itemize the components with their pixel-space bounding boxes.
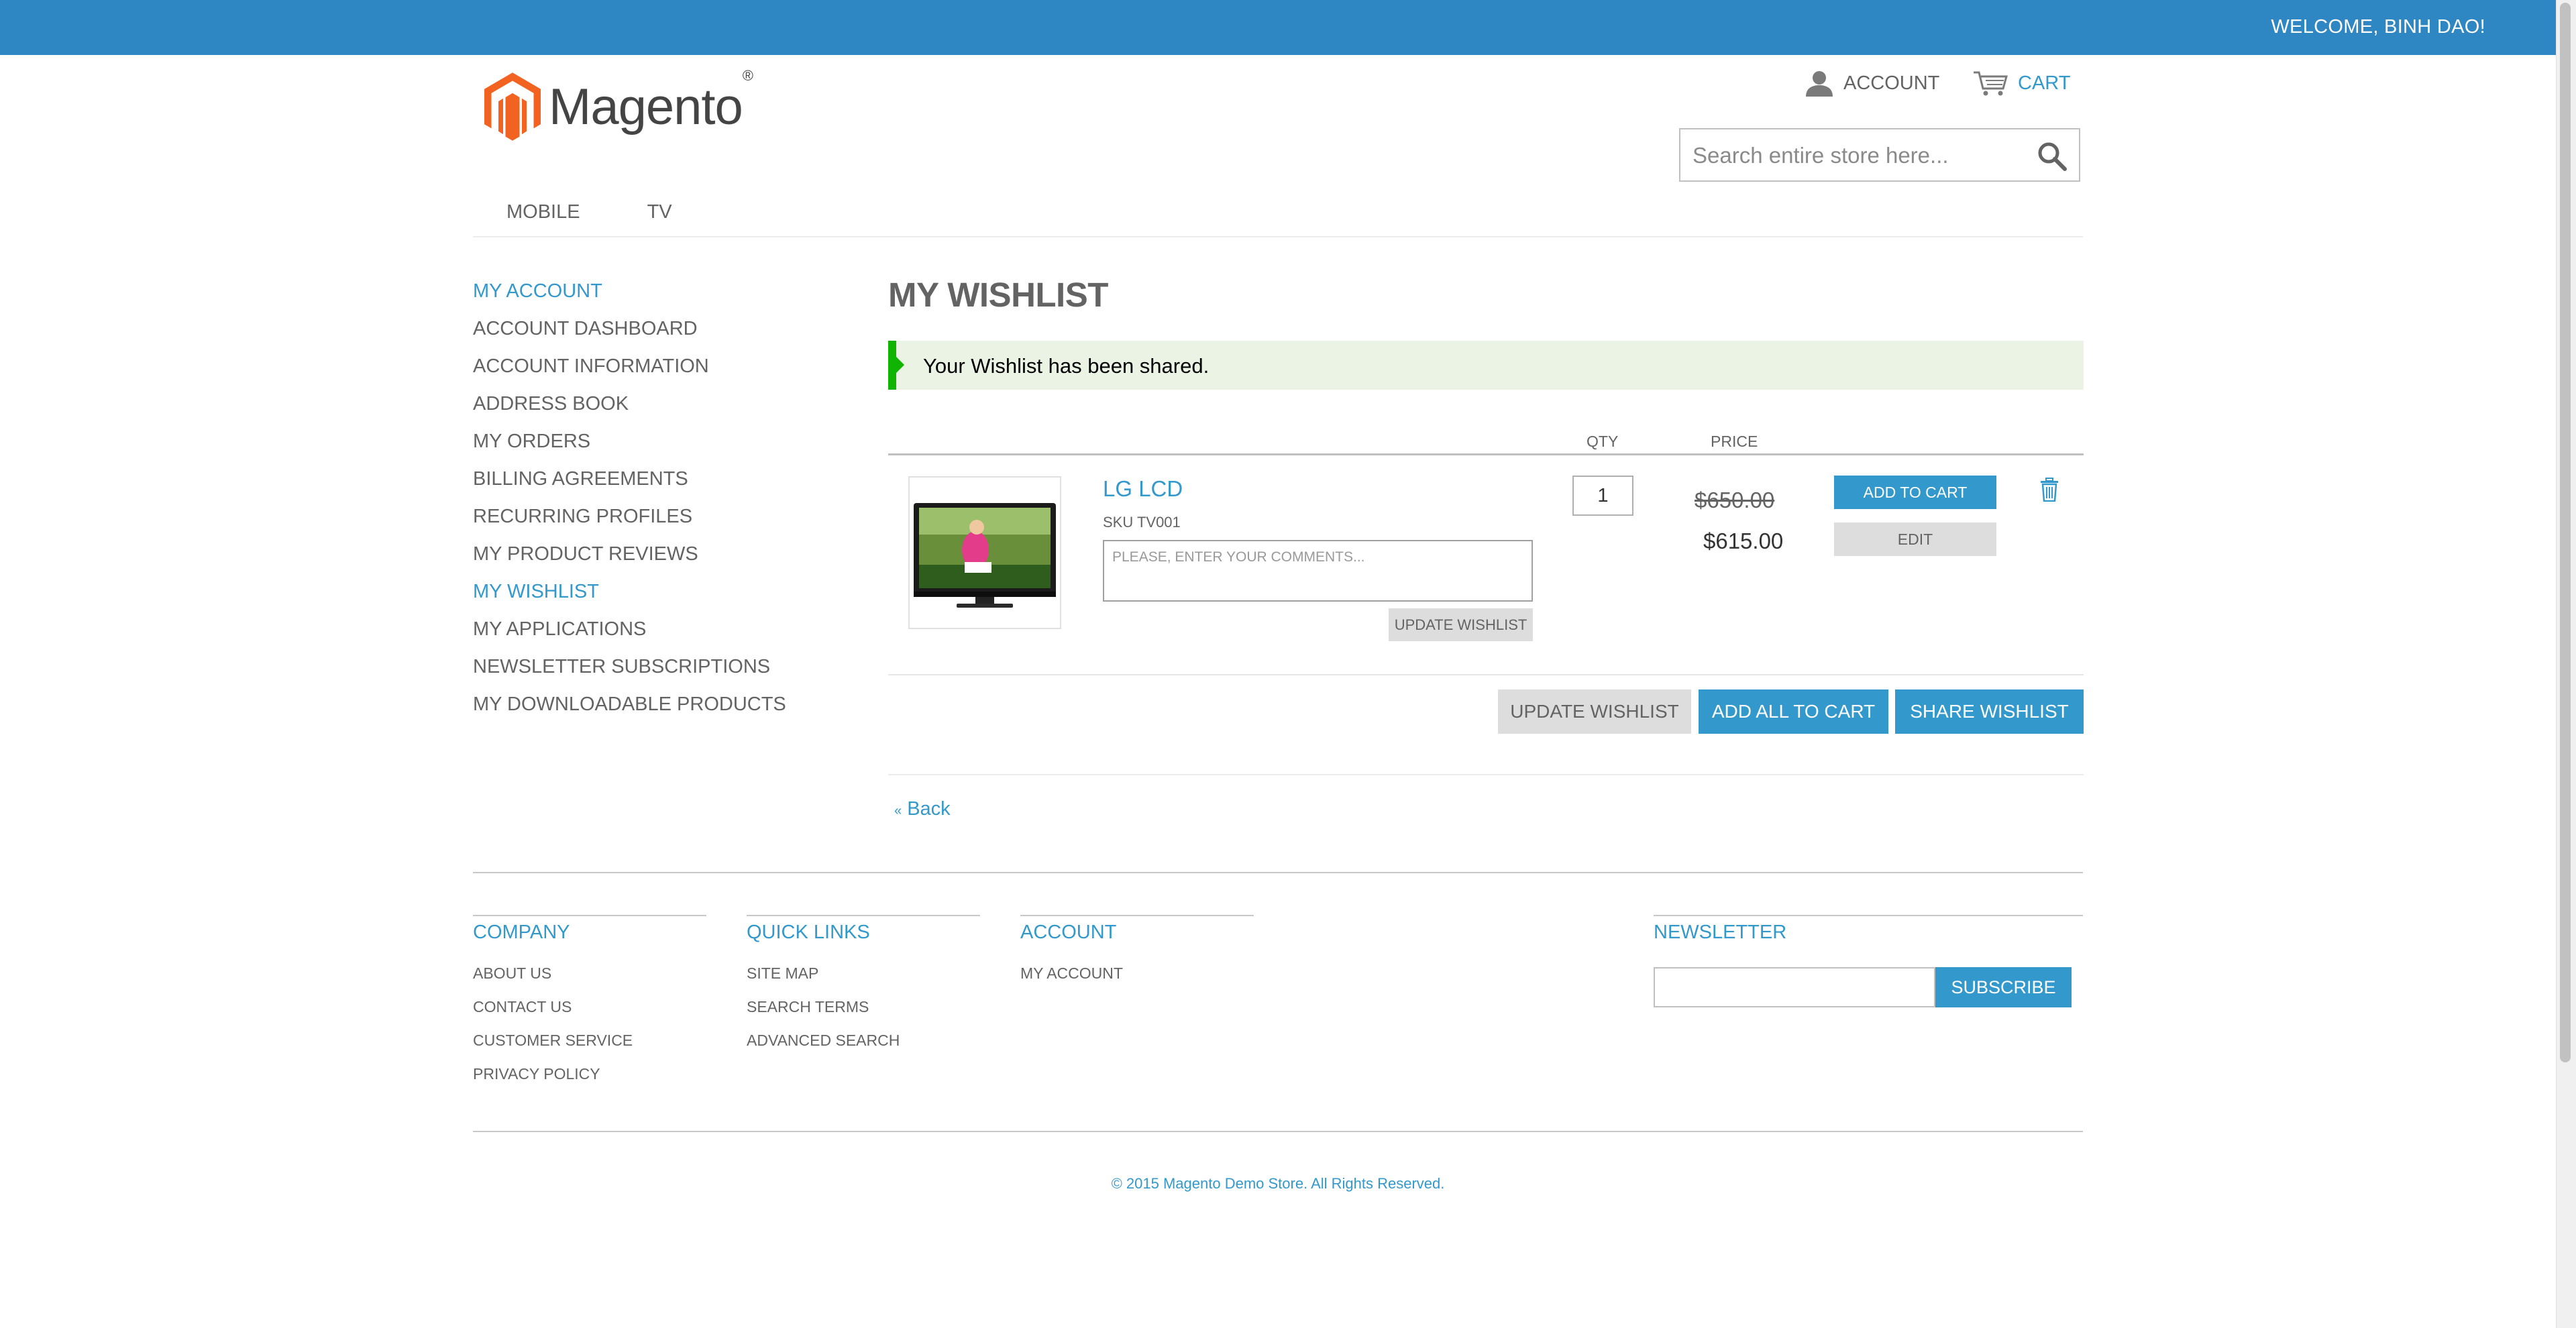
success-message-text: Your Wishlist has been shared.: [923, 354, 1210, 378]
store-logo[interactable]: Magento®: [484, 67, 753, 146]
sidebar-item-recurring-profiles[interactable]: RECURRING PROFILES: [473, 504, 786, 542]
cart-label: CART: [2018, 72, 2071, 94]
search-input[interactable]: [1680, 129, 2043, 182]
footer-divider: [473, 872, 2083, 873]
search-icon[interactable]: [2037, 142, 2067, 171]
nav-item-tv[interactable]: TV: [614, 201, 706, 223]
footer-newsletter-rule: [1654, 915, 2083, 916]
sidebar-item-my-wishlist: MY WISHLIST: [473, 581, 599, 602]
product-comment-field[interactable]: [1103, 540, 1533, 602]
footer-link-about-us[interactable]: ABOUT US: [473, 963, 633, 997]
footer-link-site-map[interactable]: SITE MAP: [747, 963, 900, 997]
subscribe-button[interactable]: SUBSCRIBE: [1935, 967, 2072, 1007]
sidebar-item-my-orders[interactable]: MY ORDERS: [473, 429, 786, 467]
footer-bottom-divider: [473, 1131, 2083, 1132]
table-header-divider: [888, 453, 2084, 455]
sidebar-item-account-information[interactable]: ACCOUNT INFORMATION: [473, 354, 786, 392]
registered-mark: ®: [742, 66, 753, 84]
footer-newsletter-title: NEWSLETTER: [1654, 922, 1787, 943]
back-arrow: «: [894, 804, 902, 818]
back-divider: [888, 774, 2084, 775]
footer-company-title: COMPANY: [473, 922, 570, 943]
page-title: MY WISHLIST: [888, 276, 1108, 314]
back-label: Back: [907, 798, 951, 820]
product-image[interactable]: [908, 476, 1061, 629]
footer-company-rule: [473, 915, 706, 916]
nav-divider: [473, 236, 2083, 237]
search-form: [1679, 128, 2080, 182]
footer-company-links: ABOUT US CONTACT US CUSTOMER SERVICE PRI…: [473, 963, 633, 1097]
top-bar: [0, 0, 2556, 55]
copyright-text: © 2015 Magento Demo Store. All Rights Re…: [1111, 1175, 1445, 1192]
sidebar-item-my-applications[interactable]: MY APPLICATIONS: [473, 617, 786, 655]
add-all-to-cart-button[interactable]: ADD ALL TO CART: [1699, 689, 1888, 734]
user-icon: [1806, 71, 1833, 97]
actions-divider: [888, 674, 2084, 675]
sidebar-item-newsletter-subscriptions[interactable]: NEWSLETTER SUBSCRIPTIONS: [473, 655, 786, 692]
sidebar-item-address-book[interactable]: ADDRESS BOOK: [473, 392, 786, 429]
account-sidebar: ACCOUNT DASHBOARD ACCOUNT INFORMATION AD…: [473, 317, 786, 730]
footer-link-customer-service[interactable]: CUSTOMER SERVICE: [473, 1030, 633, 1064]
edit-item-button[interactable]: EDIT: [1834, 522, 1996, 556]
account-link[interactable]: ACCOUNT: [1805, 70, 1939, 97]
footer-link-search-terms[interactable]: SEARCH TERMS: [747, 997, 900, 1030]
footer-link-advanced-search[interactable]: ADVANCED SEARCH: [747, 1030, 900, 1064]
footer-link-contact-us[interactable]: CONTACT US: [473, 997, 633, 1030]
newsletter-email-input[interactable]: [1654, 967, 1935, 1007]
item-update-wishlist-button[interactable]: UPDATE WISHLIST: [1389, 608, 1533, 641]
footer-link-privacy-policy[interactable]: PRIVACY POLICY: [473, 1064, 633, 1097]
scrollbar-thumb[interactable]: [2560, 3, 2571, 1062]
logo-wordmark: Magento®: [549, 66, 753, 135]
tv-product-image: [914, 503, 1056, 608]
qty-input[interactable]: [1572, 476, 1633, 516]
old-price: $650.00: [1695, 488, 1775, 512]
footer-account-title: ACCOUNT: [1020, 922, 1117, 943]
special-price: $615.00: [1703, 529, 1784, 553]
footer-link-my-account[interactable]: MY ACCOUNT: [1020, 963, 1123, 997]
add-to-cart-button[interactable]: ADD TO CART: [1834, 476, 1996, 509]
sidebar-item-my-downloadable-products[interactable]: MY DOWNLOADABLE PRODUCTS: [473, 692, 786, 730]
trash-icon[interactable]: [2039, 478, 2059, 502]
footer-account-links: MY ACCOUNT: [1020, 963, 1123, 997]
footer-quick-links-title: QUICK LINKS: [747, 922, 870, 943]
nav-item-mobile[interactable]: MOBILE: [473, 201, 614, 223]
product-sku: SKU TV001: [1103, 514, 1181, 531]
sidebar-item-billing-agreements[interactable]: BILLING AGREEMENTS: [473, 467, 786, 504]
qty-column-header: QTY: [1587, 433, 1619, 450]
magento-logo-icon: [484, 72, 541, 141]
back-link[interactable]: « Back: [894, 798, 951, 820]
success-marker: [896, 357, 904, 373]
footer-quick-links: SITE MAP SEARCH TERMS ADVANCED SEARCH: [747, 963, 900, 1064]
sidebar-title: MY ACCOUNT: [473, 280, 602, 302]
sidebar-item-account-dashboard[interactable]: ACCOUNT DASHBOARD: [473, 317, 786, 354]
sidebar-item-my-product-reviews[interactable]: MY PRODUCT REVIEWS: [473, 542, 786, 579]
share-wishlist-button[interactable]: SHARE WISHLIST: [1895, 689, 2084, 734]
account-label: ACCOUNT: [1843, 72, 1940, 94]
welcome-message: WELCOME, BINH DAO!: [2271, 16, 2485, 38]
success-message: Your Wishlist has been shared.: [888, 341, 2084, 390]
product-name-link[interactable]: LG LCD: [1103, 476, 1183, 502]
price-column-header: PRICE: [1711, 433, 1758, 450]
footer-quick-links-rule: [747, 915, 980, 916]
main-nav: MOBILE TV: [473, 201, 706, 223]
footer-account-rule: [1020, 915, 1254, 916]
cart-icon: [1974, 71, 2008, 96]
update-wishlist-button[interactable]: UPDATE WISHLIST: [1498, 689, 1691, 734]
cart-link[interactable]: CART: [1972, 70, 2070, 97]
